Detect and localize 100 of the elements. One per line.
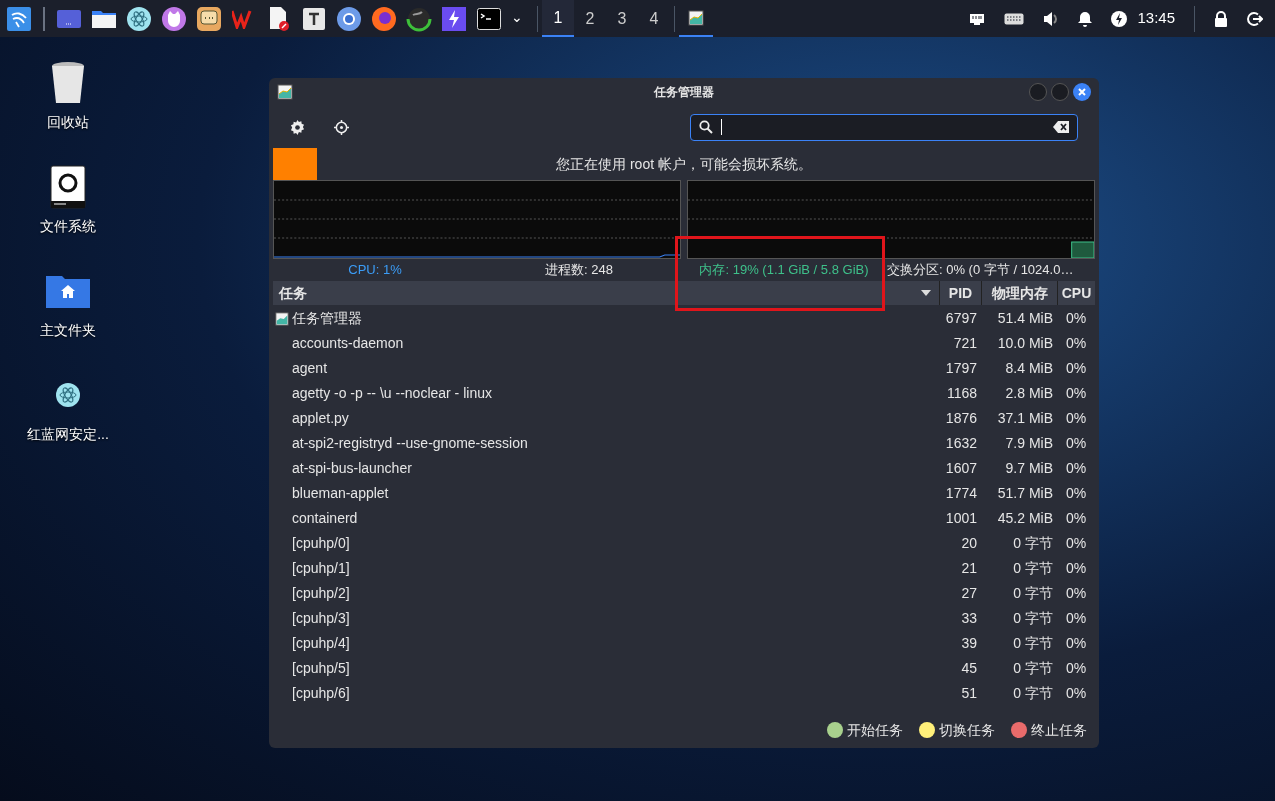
process-name: [cpuhp/0] <box>292 534 350 553</box>
process-row[interactable]: accounts-daemon 721 10.0 MiB 0% <box>273 331 1095 356</box>
process-name: applet.py <box>292 409 349 428</box>
process-row[interactable]: [cpuhp/3] 33 0 字节 0% <box>273 606 1095 631</box>
cpu-cell-text: 0% <box>1064 684 1088 703</box>
settings-icon[interactable] <box>290 119 305 135</box>
chart-icon <box>277 84 293 100</box>
process-name: [cpuhp/1] <box>292 559 350 578</box>
pid-cell-text: 1607 <box>944 459 978 478</box>
memory-cell-text: 9.7 MiB <box>1004 459 1054 478</box>
chart-icon <box>688 9 704 26</box>
close-icon <box>1078 88 1086 96</box>
pid-cell-text: 39 <box>960 634 978 653</box>
icon-label[interactable]: 红蓝网安定... <box>27 424 109 445</box>
cpu-cell-text: 0% <box>1064 384 1088 403</box>
cpu-cell-text: 0% <box>1064 359 1088 378</box>
memory-cell-text: 0 字节 <box>1012 634 1054 653</box>
process-row[interactable]: [cpuhp/2] 27 0 字节 0% <box>273 581 1095 606</box>
clear-icon[interactable] <box>1053 121 1069 133</box>
column-header[interactable]: CPU <box>1057 281 1095 305</box>
memory-cell-text: 7.9 MiB <box>1004 434 1054 453</box>
warning-message: 您正在使用 root 帐户，可能会损坏系统。 <box>556 154 812 174</box>
pid-cell-text: 51 <box>960 684 978 703</box>
cpu-cell-text: 0% <box>1064 534 1088 553</box>
process-name: agent <box>292 359 328 378</box>
swap-usage: 交换分区: 0% (0 字节 / 1024.0… <box>887 261 1074 280</box>
legend-label: 终止任务 <box>1031 720 1087 740</box>
memory-cell-text: 0 字节 <box>1012 559 1054 578</box>
pid-cell-text: 6797 <box>944 309 978 328</box>
memory-cell-text: 0 字节 <box>1012 659 1054 678</box>
column-header[interactable]: PID <box>939 281 981 305</box>
process-name: [cpuhp/2] <box>292 584 350 603</box>
sort-arrow-icon[interactable] <box>921 290 931 296</box>
process-name: [cpuhp/3] <box>292 609 350 628</box>
process-row[interactable]: at-spi2-registryd --use-gnome-session 1632 7.9 MiB 0% <box>273 431 1095 456</box>
bell-icon[interactable] <box>1078 10 1093 27</box>
legend-label: 开始任务 <box>847 720 903 740</box>
network-icon[interactable] <box>969 11 986 26</box>
process-name: agetty -o -p -- \u --noclear - linux <box>292 384 492 403</box>
volume-icon[interactable] <box>1043 10 1060 27</box>
cpu-cell-text: 0% <box>1064 409 1088 428</box>
process-row[interactable]: applet.py 1876 37.1 MiB 0% <box>273 406 1095 431</box>
process-row[interactable]: [cpuhp/5] 45 0 字节 0% <box>273 656 1095 681</box>
drive-icon[interactable] <box>50 164 86 210</box>
process-row[interactable]: agent 1797 8.4 MiB 0% <box>273 356 1095 381</box>
crosshair-icon[interactable] <box>334 119 349 135</box>
workspace-tab[interactable]: 2 <box>574 0 606 37</box>
cpu-cell-text: 0% <box>1064 459 1088 478</box>
power-bolt-icon[interactable] <box>1111 10 1128 27</box>
pid-cell-text: 45 <box>960 659 978 678</box>
cpu-cell-text: 0% <box>1064 434 1088 453</box>
process-row[interactable]: [cpuhp/0] 20 0 字节 0% <box>273 531 1095 556</box>
memory-cell-text: 8.4 MiB <box>1004 359 1054 378</box>
search-field[interactable] <box>690 113 1078 141</box>
keyboard-icon[interactable] <box>1004 12 1025 25</box>
cpu-cell-text: 0% <box>1064 334 1088 353</box>
pid-cell-text: 1632 <box>944 434 978 453</box>
memory-cell-text: 0 字节 <box>1012 534 1054 553</box>
memory-cell-text: 37.1 MiB <box>996 409 1054 428</box>
clock[interactable]: 13:45 <box>1137 7 1175 30</box>
workspace-tab[interactable]: 3 <box>606 0 638 37</box>
process-count: 进程数: 248 <box>545 261 613 280</box>
column-header[interactable]: 物理内存 <box>981 281 1057 305</box>
icon-label[interactable]: 回收站 <box>47 112 89 133</box>
lock-icon[interactable] <box>1214 10 1228 27</box>
cpu-cell-text: 0% <box>1064 309 1088 328</box>
workspace-tab[interactable]: 1 <box>542 0 574 37</box>
pid-cell-text: 1168 <box>945 384 978 403</box>
pid-cell-text: 27 <box>960 584 978 603</box>
process-row[interactable]: blueman-applet 1774 51.7 MiB 0% <box>273 481 1095 506</box>
process-row[interactable]: containerd 1001 45.2 MiB 0% <box>273 506 1095 531</box>
memory-cell-text: 0 字节 <box>1012 584 1054 603</box>
pid-cell-text: 1876 <box>944 409 978 428</box>
icon-label[interactable]: 文件系统 <box>40 216 96 237</box>
cpu-cell-text: 0% <box>1064 584 1088 603</box>
icon-label[interactable]: 主文件夹 <box>40 320 96 341</box>
process-row[interactable]: agetty -o -p -- \u --noclear - linux 1168 2.8 MiB 0% <box>273 381 1095 406</box>
pid-cell-text: 721 <box>952 334 978 353</box>
process-name: accounts-daemon <box>292 334 404 353</box>
search-icon <box>699 120 713 134</box>
cpu-cell-text: 0% <box>1064 634 1088 653</box>
pid-cell-text: 1001 <box>944 509 978 528</box>
process-name: blueman-applet <box>292 484 389 503</box>
trash-icon[interactable] <box>51 60 85 106</box>
process-row[interactable]: at-spi-bus-launcher 1607 9.7 MiB 0% <box>273 456 1095 481</box>
logout-icon[interactable] <box>1247 10 1263 27</box>
column-header[interactable]: 任务 <box>273 281 921 305</box>
legend-label: 切换任务 <box>939 720 995 740</box>
process-row[interactable]: [cpuhp/1] 21 0 字节 0% <box>273 556 1095 581</box>
process-row[interactable]: [cpuhp/6] 51 0 字节 0% <box>273 681 1095 706</box>
warning-icon-block <box>273 148 317 180</box>
close-button[interactable] <box>1073 83 1091 101</box>
process-name: at-spi2-registryd --use-gnome-session <box>292 434 528 453</box>
process-name: 任务管理器 <box>292 309 362 328</box>
pid-cell-text: 21 <box>960 559 978 578</box>
process-row[interactable]: 任务管理器 6797 51.4 MiB 0% <box>273 306 1095 331</box>
workspace-tab[interactable]: 4 <box>638 0 670 37</box>
process-name: [cpuhp/6] <box>292 684 350 703</box>
process-row[interactable]: [cpuhp/4] 39 0 字节 0% <box>273 631 1095 656</box>
expand-button[interactable]: ⌄ <box>509 9 525 24</box>
